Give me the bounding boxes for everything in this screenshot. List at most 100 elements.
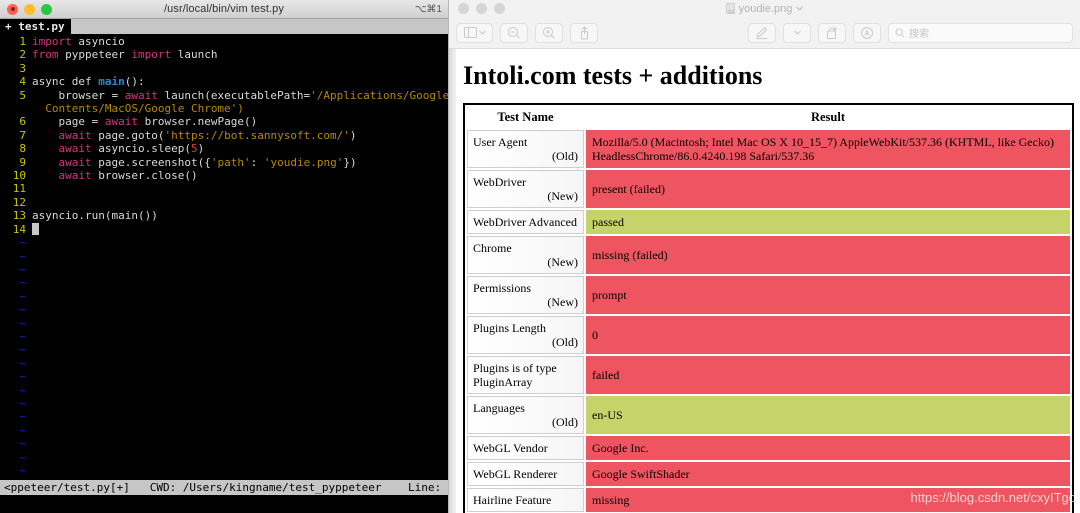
code-token: 5: [191, 142, 198, 155]
cell-result: missing (failed): [586, 236, 1070, 274]
vim-status-line: <ppeteer/test.py[+] CWD: /Users/kingname…: [0, 480, 448, 495]
line-number: 8: [0, 142, 26, 155]
table-row: Hairline Featuremissing: [467, 488, 1070, 512]
rotate-icon: [825, 26, 839, 40]
code-token: main: [98, 75, 125, 88]
preview-document-title[interactable]: youdie.png: [449, 3, 1080, 15]
code-token: asyncio: [72, 35, 125, 48]
vim-status-area: <ppeteer/test.py[+] CWD: /Users/kingname…: [0, 480, 448, 513]
test-name-label: WebGL Renderer: [473, 467, 578, 481]
chevron-down-icon: [794, 30, 801, 35]
rotate-button[interactable]: [818, 23, 846, 43]
vim-tabline-filler: [71, 19, 448, 34]
code-token: launch(executablePath=: [158, 89, 310, 102]
empty-line-marker: ~: [0, 424, 448, 437]
test-age-label: (New): [473, 255, 578, 269]
tilde-icon: ~: [0, 357, 26, 370]
search-icon: [895, 28, 905, 38]
code-line: 10 await browser.close(): [0, 169, 448, 182]
code-line: Contents/MacOS/Google Chrome'): [0, 102, 448, 115]
terminal-titlebar[interactable]: /usr/local/bin/vim test.py ⌥⌘1: [0, 0, 448, 19]
code-token: import: [131, 48, 171, 61]
cell-result: 0: [586, 316, 1070, 354]
search-placeholder: 搜索: [909, 25, 929, 40]
line-number: 3: [0, 62, 26, 75]
cell-result: en-US: [586, 396, 1070, 434]
empty-line-marker: ~: [0, 437, 448, 450]
empty-line-marker: ~: [0, 250, 448, 263]
zoom-in-icon: [542, 26, 556, 40]
tilde-icon: ~: [0, 276, 26, 289]
vim-tabline[interactable]: + test.py: [0, 19, 448, 34]
empty-line-marker: ~: [0, 263, 448, 276]
code-line: 14: [0, 223, 448, 236]
code-token: asyncio.run(main()): [32, 209, 158, 222]
markup-options-button[interactable]: [783, 23, 811, 43]
code-token: [32, 156, 59, 169]
code-token: ():: [125, 75, 145, 88]
code-line: 6 page = await browser.newPage(): [0, 115, 448, 128]
code-token: await: [125, 89, 158, 102]
line-number: 4: [0, 75, 26, 88]
preview-titlebar[interactable]: youdie.png: [449, 0, 1080, 17]
code-token: page =: [32, 115, 105, 128]
markup-button[interactable]: [748, 23, 776, 43]
code-line: 2from pyppeteer import launch: [0, 48, 448, 61]
table-row: User Agent(Old)Mozilla/5.0 (Macintosh; I…: [467, 130, 1070, 168]
vim-tab-test-py[interactable]: + test.py: [0, 19, 71, 34]
code-line: 1import asyncio: [0, 35, 448, 48]
annotate-icon: [860, 26, 874, 40]
cell-test-name: WebGL Renderer: [467, 462, 584, 486]
test-name-label: Chrome: [473, 241, 578, 255]
code-token: await: [59, 169, 92, 182]
test-name-label: WebGL Vendor: [473, 441, 578, 455]
chevron-down-icon[interactable]: [796, 6, 803, 11]
vim-command-line[interactable]: [0, 495, 448, 513]
table-row: WebDriver(New)present (failed): [467, 170, 1070, 208]
document-left-edge: [449, 49, 456, 513]
table-header-row: Test Name Result: [467, 107, 1070, 128]
test-name-label: Plugins Length: [473, 321, 578, 335]
code-token: await: [59, 129, 92, 142]
code-token: 'path': [211, 156, 251, 169]
code-token: :: [251, 156, 264, 169]
test-name-label: WebDriver: [473, 175, 578, 189]
tilde-icon: ~: [0, 451, 26, 464]
sidebar-toggle-button[interactable]: [456, 23, 493, 43]
share-button[interactable]: [570, 23, 598, 43]
code-token: ): [198, 142, 205, 155]
code-line: 7 await page.goto('https://bot.sannysoft…: [0, 129, 448, 142]
preview-window: youdie.png: [448, 0, 1080, 513]
zoom-out-button[interactable]: [500, 23, 528, 43]
cell-result: failed: [586, 356, 1070, 394]
annotate-button[interactable]: [853, 23, 881, 43]
code-line: 5 browser = await launch(executablePath=…: [0, 89, 448, 102]
zoom-in-button[interactable]: [535, 23, 563, 43]
chevron-down-icon: [479, 30, 486, 35]
table-row: Plugins is of type PluginArrayfailed: [467, 356, 1070, 394]
text-cursor: [32, 223, 39, 235]
cell-test-name: Permissions(New): [467, 276, 584, 314]
sidebar-icon: [464, 27, 477, 38]
empty-line-marker: ~: [0, 451, 448, 464]
pen-icon: [755, 26, 769, 40]
empty-line-marker: ~: [0, 236, 448, 249]
search-field[interactable]: 搜索: [888, 23, 1073, 43]
cell-result: Google SwiftShader: [586, 462, 1070, 486]
tilde-icon: ~: [0, 464, 26, 477]
tilde-icon: ~: [0, 317, 26, 330]
table-row: Chrome(New) missing (failed): [467, 236, 1070, 274]
empty-line-marker: ~: [0, 276, 448, 289]
empty-line-marker: ~: [0, 370, 448, 383]
table-row: Plugins Length(Old)0: [467, 316, 1070, 354]
code-token: await: [105, 115, 138, 128]
empty-line-marker: ~: [0, 464, 448, 477]
code-line: 3: [0, 62, 448, 75]
code-line: 4async def main():: [0, 75, 448, 88]
cell-result: prompt: [586, 276, 1070, 314]
code-token: page.screenshot({: [92, 156, 211, 169]
cell-test-name: Languages(Old): [467, 396, 584, 434]
code-token: [32, 102, 45, 115]
vim-editor-buffer[interactable]: 1import asyncio2from pyppeteer import la…: [0, 34, 448, 481]
terminal-shortcut-hint: ⌥⌘1: [415, 4, 442, 15]
